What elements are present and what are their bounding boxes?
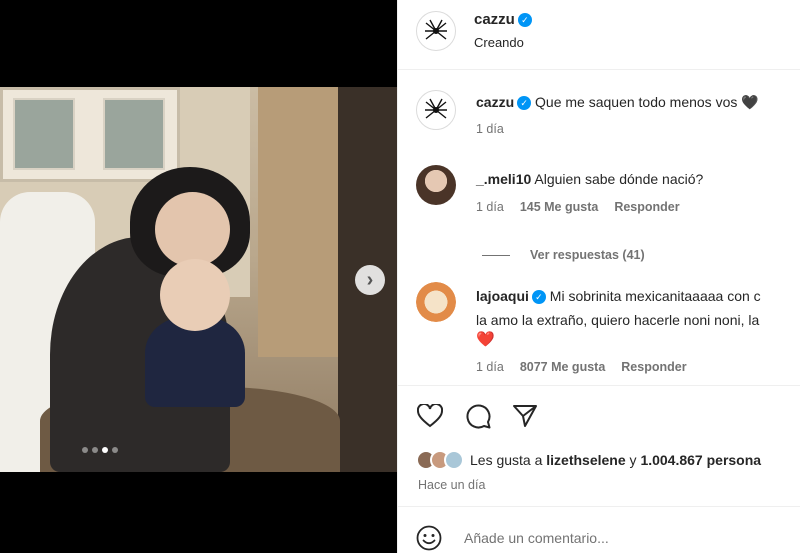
comment-likes[interactable]: 8077 Me gusta [520, 360, 605, 374]
caption-time[interactable]: 1 día [476, 122, 504, 136]
comment-time[interactable]: 1 día [476, 200, 504, 214]
photo-window [0, 87, 180, 182]
replies-divider [482, 254, 510, 256]
comment-text-line: la amo la extraño, quiero hacerle noni n… [476, 312, 760, 328]
avatar[interactable] [416, 165, 456, 205]
header-username[interactable]: cazzu ✓ [474, 11, 532, 28]
likes-text: Les gusta a lizethselene y 1.004.867 per… [470, 452, 761, 468]
verified-icon: ✓ [531, 290, 546, 305]
window-pane [13, 98, 75, 170]
avatar[interactable] [416, 282, 456, 322]
avatar [444, 450, 464, 470]
photo-face [155, 192, 230, 267]
comments-list: cazzu ✓ Que me saquen todo menos vos 🖤 1 … [398, 70, 800, 385]
emoji-icon[interactable] [416, 525, 442, 551]
comment-meta: 1 día 145 Me gusta Responder [476, 200, 680, 214]
window-pane [103, 98, 165, 170]
comment-text: Alguien sabe dónde nació? [534, 171, 704, 187]
carousel-dot [112, 447, 118, 453]
comment-time[interactable]: 1 día [476, 360, 504, 374]
comment: _.meli10 Alguien sabe dónde nació? [476, 169, 703, 189]
caption-username[interactable]: cazzu [476, 94, 514, 110]
post-location[interactable]: Creando [474, 35, 524, 50]
username-text[interactable]: cazzu [474, 11, 515, 28]
post-time[interactable]: Hace un día [418, 478, 485, 492]
photo-baby-head [160, 259, 230, 331]
carousel-dot [92, 447, 98, 453]
likes-count[interactable]: 1.004.867 persona [640, 452, 761, 468]
red-heart-emoji: ❤️ [476, 331, 495, 348]
spider-avatar-icon[interactable] [416, 90, 456, 130]
chevron-right-icon[interactable]: › [355, 265, 385, 295]
view-replies-button[interactable]: Ver respuestas (41) [482, 248, 645, 262]
photo-door [258, 87, 338, 357]
comment: lajoaqui ✓ Mi sobrinita mexicanitaaaaa co… [476, 286, 761, 306]
action-bar [398, 385, 800, 445]
carousel-dot [82, 447, 88, 453]
comment-likes[interactable]: 145 Me gusta [520, 200, 599, 214]
post-media: › [0, 0, 397, 553]
comment-input[interactable] [464, 527, 784, 549]
comment-icon[interactable] [464, 402, 492, 430]
post-sidebar: cazzu ✓ Creando cazzu ✓ Que me saquen todo… [397, 0, 800, 553]
post-photo[interactable] [0, 87, 397, 472]
likes-connector: y [629, 452, 637, 468]
black-heart-emoji: 🖤 [741, 94, 759, 110]
likes-user[interactable]: lizethselene [546, 452, 625, 468]
reply-button[interactable]: Responder [621, 360, 686, 374]
comment-meta: 1 día 8077 Me gusta Responder [476, 360, 687, 374]
comment-text: Mi sobrinita mexicanitaaaaa con c [549, 288, 761, 304]
share-icon[interactable] [511, 402, 539, 430]
carousel-dot-active [102, 447, 108, 453]
reply-button[interactable]: Responder [614, 200, 679, 214]
view-replies-label[interactable]: Ver respuestas (41) [530, 248, 645, 262]
caption-meta: 1 día [476, 122, 504, 136]
likes-summary[interactable]: Les gusta a lizethselene y 1.004.867 per… [416, 450, 761, 470]
comment-composer [398, 506, 800, 553]
carousel-dots [82, 447, 118, 453]
post-header: cazzu ✓ Creando [398, 0, 800, 70]
caption-text: Que me saquen todo menos vos [535, 94, 738, 110]
verified-icon: ✓ [517, 13, 532, 28]
heart-icon[interactable] [416, 402, 444, 430]
comment-username[interactable]: _.meli10 [476, 171, 531, 187]
caption: cazzu ✓ Que me saquen todo menos vos 🖤 [476, 92, 759, 112]
comment-username[interactable]: lajoaqui [476, 288, 529, 304]
verified-icon: ✓ [517, 96, 532, 111]
likes-prefix: Les gusta a [470, 452, 543, 468]
spider-avatar-icon[interactable] [416, 11, 456, 51]
